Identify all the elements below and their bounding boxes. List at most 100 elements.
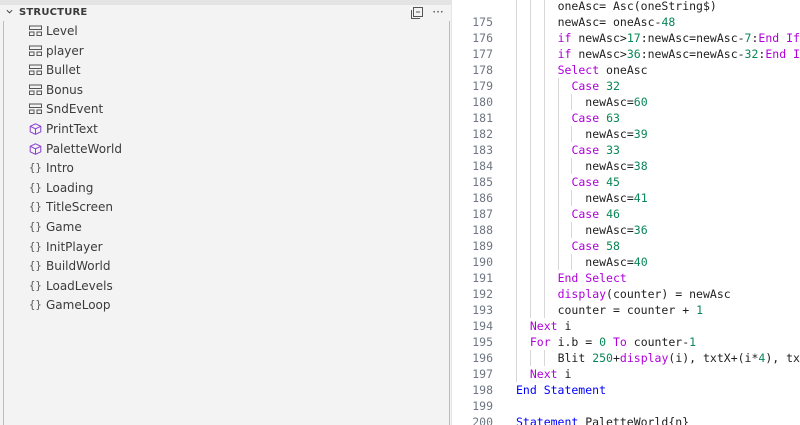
tree-item[interactable]: Level [0,21,451,41]
code-token: Case [571,143,600,157]
indent-guide [529,110,531,126]
line-number: 187 [472,207,493,221]
indent-guide [529,46,531,62]
tree-item-label: LoadLevels [46,278,113,293]
code-token: counter- [626,335,690,349]
code-text: newAsc=38 [585,158,647,174]
code-text: Next i [530,318,572,334]
more-actions-button[interactable]: ··· [430,6,446,20]
code-line[interactable]: 178 Select oneAsc [455,62,800,78]
indent-guide [543,270,545,286]
code-editor[interactable]: oneAsc= Asc(oneString$) 175 newAsc= oneAsc… [455,0,800,425]
code-line[interactable]: oneAsc= Asc(oneString$) [455,0,800,14]
line-number: 197 [472,367,493,381]
line-number: 180 [472,95,493,109]
tree-item[interactable]: {} Intro [0,158,451,178]
indent-guide [516,222,517,238]
tree-item-label: Level [46,24,78,38]
tree-item[interactable]: {} Loading [0,178,451,198]
code-token: 60 [633,95,648,109]
code-line[interactable]: 187 Case 46 [455,206,800,222]
line-number: 186 [472,191,493,205]
code-line[interactable]: 186 newAsc=41 [455,190,800,206]
code-token: (counter) = newAsc [606,287,731,301]
struct-icon [29,45,42,56]
indent-guide [543,302,545,318]
line-number: 188 [472,223,493,237]
code-line[interactable]: 175 newAsc= oneAsc-48 [455,14,800,30]
code-token: 36 [626,47,641,61]
tree-item-label: player [46,43,84,58]
code-text: Case 58 [571,238,620,254]
code-token: 48 [661,15,676,29]
chevron-down-icon[interactable] [6,8,13,15]
indent-guide [516,318,517,334]
code-line[interactable]: 180 newAsc=60 [455,94,800,110]
indent-guide [557,222,559,238]
line-number: 190 [472,255,493,269]
code-line[interactable]: 191 End Select [455,270,800,286]
tree-item[interactable]: {} GameLoop [0,295,451,315]
code-token: 39 [633,127,648,141]
code-line[interactable]: 198 End Statement [455,382,800,398]
code-line[interactable]: 188 newAsc=36 [455,222,800,238]
indent-guide [529,142,531,158]
code-line[interactable]: 176 if newAsc>17:newAsc=newAsc-7:End If [455,30,800,46]
tree-item[interactable]: {} InitPlayer [0,237,451,257]
indent-guide [543,142,545,158]
code-text: End Select [558,270,627,286]
code-token: 1 [696,303,703,317]
indent-guide [571,190,573,206]
code-text: if newAsc>17:newAsc=newAsc-7:End If [558,30,800,46]
code-line[interactable]: 179 Case 32 [455,78,800,94]
tree-item[interactable]: PrintText [0,119,451,139]
code-token: display [557,287,607,301]
indent-guide [516,46,517,62]
code-line[interactable]: 177 if newAsc>36:newAsc=newAsc-32:End If [455,46,800,62]
code-line[interactable]: 182 newAsc=39 [455,126,800,142]
code-line[interactable]: 199 [455,398,800,414]
code-token: 46 [606,207,620,221]
tree-item[interactable]: {} Game [0,217,451,237]
code-line[interactable]: 196 Blit 250+display(i), txtX+(i*4), txtY [455,350,800,366]
code-line[interactable]: 181 Case 63 [455,110,800,126]
code-token: 41 [633,191,648,205]
indent-guide [529,270,531,286]
code-line[interactable]: 189 Case 58 [455,238,800,254]
indent-guide [529,286,531,302]
indent-guide [543,254,545,270]
code-line[interactable]: 185 Case 45 [455,174,800,190]
code-token: To [612,335,627,349]
code-line[interactable]: 190 newAsc=40 [455,254,800,270]
indent-guide [529,190,531,206]
structure-panel-header[interactable]: STRUCTURE ··· [0,5,451,21]
code-line[interactable]: 194 Next i [455,318,800,334]
code-line[interactable]: 184 newAsc=38 [455,158,800,174]
tree-item[interactable]: {} BuildWorld [0,256,451,276]
tree-item[interactable]: player [0,41,451,61]
indent-guide [516,254,517,270]
line-number: 176 [472,31,493,45]
tree-item[interactable]: PaletteWorld [0,139,451,159]
code-line[interactable]: 192 display(counter) = newAsc [455,286,800,302]
collapse-all-icon[interactable] [410,6,424,20]
code-text: Select oneAsc [558,62,648,78]
indent-guide [543,46,545,62]
tree-item[interactable]: Bonus [0,80,451,100]
indent-guide [516,350,517,366]
code-line[interactable]: 193 counter = counter + 1 [455,302,800,318]
tree-item[interactable]: SndEvent [0,99,451,119]
code-line[interactable]: 200 Statement PaletteWorld{n} [455,414,800,425]
tree-item[interactable]: Bullet [0,60,451,80]
code-line[interactable]: 195 For i.b = 0 To counter-1 [455,334,800,350]
code-line[interactable]: 197 Next i [455,366,800,382]
code-token: 17 [626,31,641,45]
tree-item[interactable]: {} TitleScreen [0,197,451,217]
code-token: 45 [606,175,620,189]
indent-guide [516,334,517,350]
indent-guide [557,94,559,110]
code-line[interactable]: 183 Case 33 [455,142,800,158]
tree-item[interactable]: {} LoadLevels [0,276,451,296]
indent-guide [571,126,573,142]
